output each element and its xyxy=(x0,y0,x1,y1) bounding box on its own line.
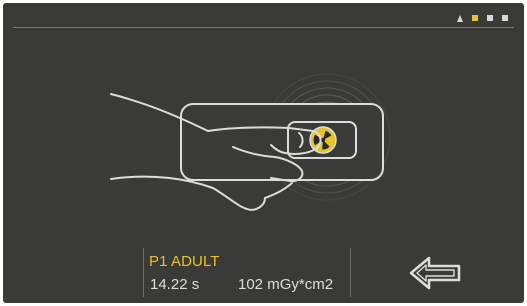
device-screen: P1 ADULT 14.22 s 102 mGy*cm2 xyxy=(3,3,524,303)
dose-area-product: 102 mGy*cm2 xyxy=(238,276,334,293)
exposure-info-panel: P1 ADULT 14.22 s 102 mGy*cm2 xyxy=(143,248,351,297)
back-arrow-icon xyxy=(409,256,461,290)
exposure-time: 14.22 s xyxy=(150,276,200,293)
back-button[interactable] xyxy=(407,253,463,293)
protocol-name: P1 ADULT xyxy=(149,253,220,270)
exposure-device-outline xyxy=(180,103,384,181)
